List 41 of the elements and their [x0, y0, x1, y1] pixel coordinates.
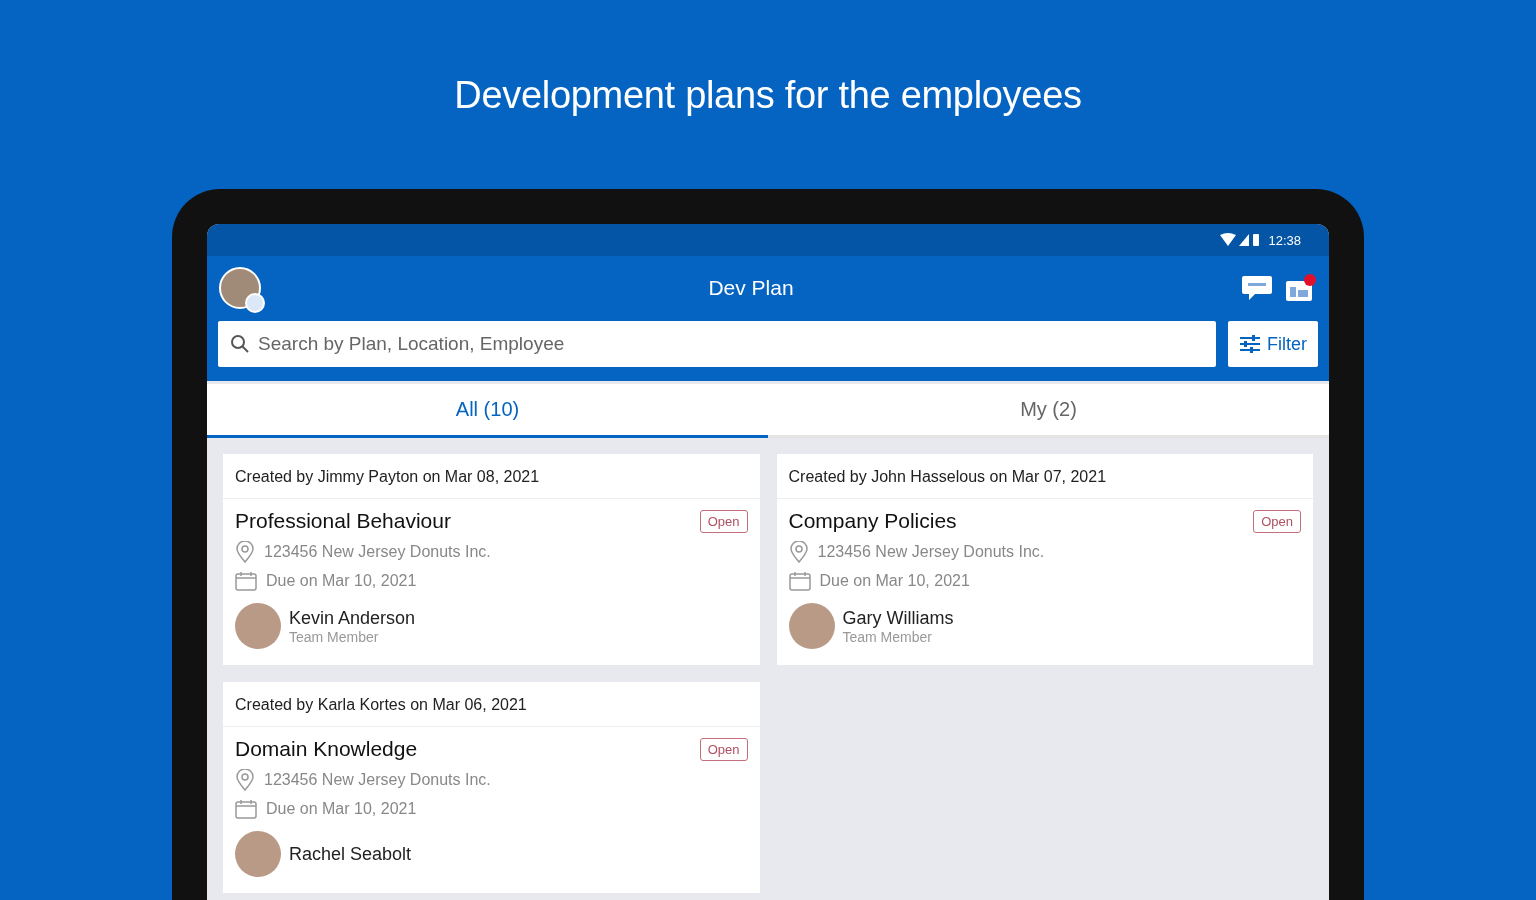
- location-pin-icon: [235, 769, 255, 791]
- plan-title: Company Policies: [788, 509, 957, 533]
- due-date-text: Due on Mar 10, 2021: [266, 572, 417, 590]
- due-date-text: Due on Mar 10, 2021: [819, 572, 970, 590]
- calendar-icon: [788, 571, 811, 591]
- avatar-placeholder: [235, 831, 281, 877]
- plan-card[interactable]: Created by John Hasselous on Mar 07, 2021 Company Policies Open 123456 New Jersey Donuts Inc. Due on Mar 10, 2021 Gary Williams Team Member: [776, 454, 1313, 665]
- avatar-placeholder: [235, 603, 281, 649]
- calendar-icon: [235, 799, 257, 819]
- created-by-text: Created by John Hasselous on Mar 07, 2021: [776, 454, 1313, 499]
- employee-name: Kevin Anderson: [289, 607, 416, 629]
- created-by-text: Created by Jimmy Payton on Mar 08, 2021: [223, 454, 760, 499]
- status-badge: Open: [699, 737, 748, 761]
- plan-title: Professional Behaviour: [235, 509, 451, 533]
- created-by-text: Created by Karla Kortes on Mar 06, 2021: [223, 682, 760, 727]
- status-icons-icon: [1220, 233, 1261, 247]
- employee-role: Team Member: [289, 628, 380, 645]
- search-field[interactable]: Search by Plan, Location, Employee: [218, 321, 1216, 367]
- status-badge: Open: [699, 509, 748, 533]
- plan-title: Domain Knowledge: [235, 737, 418, 761]
- headline: Development plans for the employees: [454, 74, 1082, 117]
- calendar-icon: [235, 571, 257, 591]
- location-pin-icon: [235, 541, 255, 563]
- location-text: 123456 New Jersey Donuts Inc.: [264, 771, 491, 789]
- location-text: 123456 New Jersey Donuts Inc.: [264, 543, 491, 561]
- app-title: Dev Plan: [707, 275, 795, 300]
- plan-card[interactable]: Created by Jimmy Payton on Mar 08, 2021 Professional Behaviour Open 123456 New Jersey Donuts Inc. Due on Mar 10, 2021 Kevin Anderson Team Member: [223, 454, 760, 665]
- location-pin-icon: [788, 541, 809, 563]
- sliders-icon: [1239, 334, 1261, 354]
- employee-name: Rachel Seabolt: [289, 843, 412, 865]
- location-text: 123456 New Jersey Donuts Inc.: [817, 543, 1045, 561]
- due-date-text: Due on Mar 10, 2021: [266, 800, 417, 818]
- chat-help-icon[interactable]: [1241, 273, 1273, 302]
- employee-name: Gary Williams: [842, 607, 954, 629]
- status-badge: Open: [1253, 509, 1301, 533]
- filter-button[interactable]: Filter: [1228, 321, 1318, 367]
- plan-card[interactable]: Created by Karla Kortes on Mar 06, 2021 Domain Knowledge Open 123456 New Jersey Donuts Inc. Due on Mar 10, 2021 Rachel Seabolt: [223, 682, 760, 893]
- inbox-icon[interactable]: [1285, 272, 1317, 303]
- avatar-placeholder: [788, 603, 835, 649]
- status-time: 12:38: [1268, 232, 1301, 248]
- employee-role: Team Member: [842, 628, 933, 645]
